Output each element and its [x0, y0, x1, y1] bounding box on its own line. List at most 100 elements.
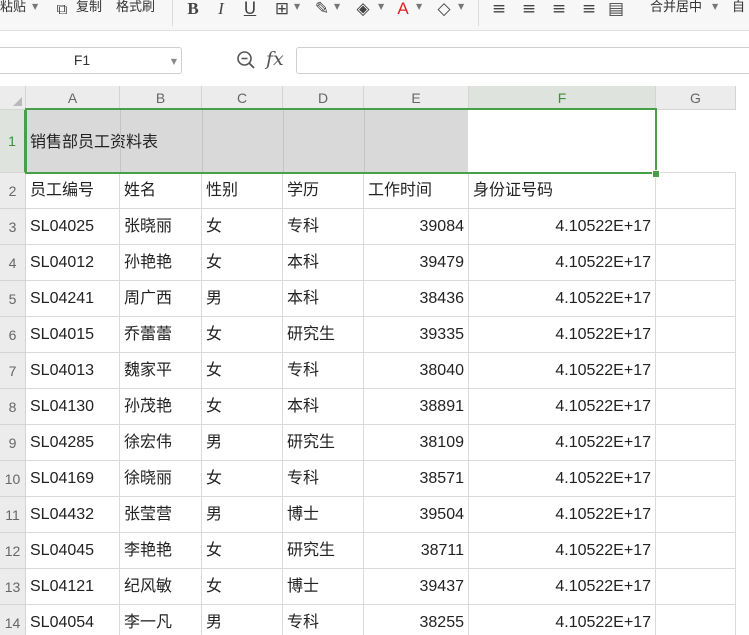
data-cell-a[interactable]: SL04121	[26, 569, 120, 605]
column-header-a[interactable]: A	[26, 86, 120, 110]
data-cell-a[interactable]: SL04130	[26, 389, 120, 425]
paste-dropdown-icon[interactable]: ▼	[32, 2, 38, 11]
data-cell-a[interactable]: SL04013	[26, 353, 120, 389]
data-cell-e[interactable]: 39335	[364, 317, 469, 353]
copy-icon[interactable]: ⧉	[52, 0, 72, 18]
merge-dropdown-icon[interactable]: ▼	[712, 2, 718, 11]
data-cell-e[interactable]: 38571	[364, 461, 469, 497]
data-cell-c[interactable]: 女	[202, 317, 283, 353]
header-cell-f[interactable]: 身份证号码	[469, 173, 656, 209]
data-cell-d[interactable]: 专科	[283, 209, 364, 245]
data-cell-d[interactable]: 研究生	[283, 425, 364, 461]
data-cell-b[interactable]: 孙艳艳	[120, 245, 202, 281]
data-cell-c[interactable]: 女	[202, 533, 283, 569]
cell-g1[interactable]	[656, 110, 736, 173]
highlight-color-icon[interactable]: ◈	[352, 0, 374, 18]
row-header-1[interactable]: 1	[0, 110, 26, 173]
row-header-9[interactable]: 9	[0, 425, 26, 461]
data-cell-e[interactable]: 38711	[364, 533, 469, 569]
data-cell-e[interactable]: 39504	[364, 497, 469, 533]
data-cell-b[interactable]: 张莹营	[120, 497, 202, 533]
data-cell-e[interactable]: 39479	[364, 245, 469, 281]
data-cell-d[interactable]: 本科	[283, 389, 364, 425]
format-painter-button[interactable]: 格式刷	[116, 0, 155, 16]
data-cell-f[interactable]: 4.10522E+17	[469, 605, 656, 635]
data-cell-c[interactable]: 女	[202, 389, 283, 425]
header-cell-e[interactable]: 工作时间	[364, 173, 469, 209]
data-cell-f[interactable]: 4.10522E+17	[469, 389, 656, 425]
data-cell-e[interactable]: 38255	[364, 605, 469, 635]
data-cell-b[interactable]: 孙茂艳	[120, 389, 202, 425]
data-cell-a[interactable]: SL04025	[26, 209, 120, 245]
row-header-2[interactable]: 2	[0, 173, 26, 209]
column-header-f[interactable]: F	[469, 86, 656, 110]
fill-style-dropdown-icon[interactable]: ▼	[334, 2, 340, 11]
cell-g[interactable]	[656, 389, 736, 425]
data-cell-c[interactable]: 女	[202, 209, 283, 245]
data-cell-e[interactable]: 38109	[364, 425, 469, 461]
fill-style-icon[interactable]: ✎	[312, 0, 332, 18]
data-cell-b[interactable]: 魏家平	[120, 353, 202, 389]
cell-g[interactable]	[656, 569, 736, 605]
data-cell-c[interactable]: 女	[202, 245, 283, 281]
data-cell-a[interactable]: SL04432	[26, 497, 120, 533]
clear-dropdown-icon[interactable]: ▼	[458, 2, 464, 11]
border-dropdown-icon[interactable]: ▼	[294, 2, 300, 11]
data-cell-f[interactable]: 4.10522E+17	[469, 209, 656, 245]
data-cell-f[interactable]: 4.10522E+17	[469, 497, 656, 533]
column-header-g[interactable]: G	[656, 86, 736, 110]
data-cell-d[interactable]: 研究生	[283, 533, 364, 569]
insert-function-icon[interactable]: fx	[266, 48, 284, 70]
bold-icon[interactable]: B	[184, 0, 202, 18]
header-cell-c[interactable]: 性别	[202, 173, 283, 209]
row-header-6[interactable]: 6	[0, 317, 26, 353]
cell-g[interactable]	[656, 425, 736, 461]
row-header-13[interactable]: 13	[0, 569, 26, 605]
data-cell-b[interactable]: 李艳艳	[120, 533, 202, 569]
data-cell-f[interactable]: 4.10522E+17	[469, 425, 656, 461]
select-all-corner[interactable]	[0, 86, 26, 110]
justify-icon[interactable]: ≡	[578, 0, 600, 18]
paste-button[interactable]: 粘贴	[0, 0, 26, 16]
auto-wrap-button[interactable]: 自	[732, 0, 745, 16]
data-cell-e[interactable]: 38436	[364, 281, 469, 317]
sheet-title-cell[interactable]: 销售部员工资料表	[26, 110, 468, 173]
font-color-icon[interactable]: A	[394, 0, 412, 18]
data-cell-a[interactable]: SL04169	[26, 461, 120, 497]
data-cell-c[interactable]: 男	[202, 497, 283, 533]
row-header-10[interactable]: 10	[0, 461, 26, 497]
name-box[interactable]: F1 ▼	[0, 47, 182, 74]
merge-center-button[interactable]: 合并居中	[650, 0, 702, 16]
data-cell-a[interactable]: SL04015	[26, 317, 120, 353]
data-cell-c[interactable]: 女	[202, 461, 283, 497]
data-cell-a[interactable]: SL04241	[26, 281, 120, 317]
row-header-4[interactable]: 4	[0, 245, 26, 281]
data-cell-c[interactable]: 男	[202, 425, 283, 461]
cell-g[interactable]	[656, 461, 736, 497]
border-icon[interactable]: ⊞	[272, 0, 292, 18]
data-cell-e[interactable]: 39437	[364, 569, 469, 605]
data-cell-b[interactable]: 徐宏伟	[120, 425, 202, 461]
row-header-7[interactable]: 7	[0, 353, 26, 389]
data-cell-d[interactable]: 研究生	[283, 317, 364, 353]
data-cell-d[interactable]: 博士	[283, 569, 364, 605]
highlight-dropdown-icon[interactable]: ▼	[378, 2, 384, 11]
data-cell-f[interactable]: 4.10522E+17	[469, 533, 656, 569]
data-cell-d[interactable]: 专科	[283, 353, 364, 389]
data-cell-b[interactable]: 乔蕾蕾	[120, 317, 202, 353]
cell-g[interactable]	[656, 317, 736, 353]
column-header-d[interactable]: D	[283, 86, 364, 110]
data-cell-d[interactable]: 本科	[283, 245, 364, 281]
data-cell-a[interactable]: SL04054	[26, 605, 120, 635]
row-header-3[interactable]: 3	[0, 209, 26, 245]
row-header-11[interactable]: 11	[0, 497, 26, 533]
data-cell-a[interactable]: SL04285	[26, 425, 120, 461]
header-cell-a[interactable]: 员工编号	[26, 173, 120, 209]
data-cell-e[interactable]: 38891	[364, 389, 469, 425]
row-header-8[interactable]: 8	[0, 389, 26, 425]
underline-icon[interactable]: U	[240, 0, 260, 18]
data-cell-a[interactable]: SL04045	[26, 533, 120, 569]
font-color-dropdown-icon[interactable]: ▼	[416, 2, 422, 11]
row-header-14[interactable]: 14	[0, 605, 26, 635]
row-header-12[interactable]: 12	[0, 533, 26, 569]
